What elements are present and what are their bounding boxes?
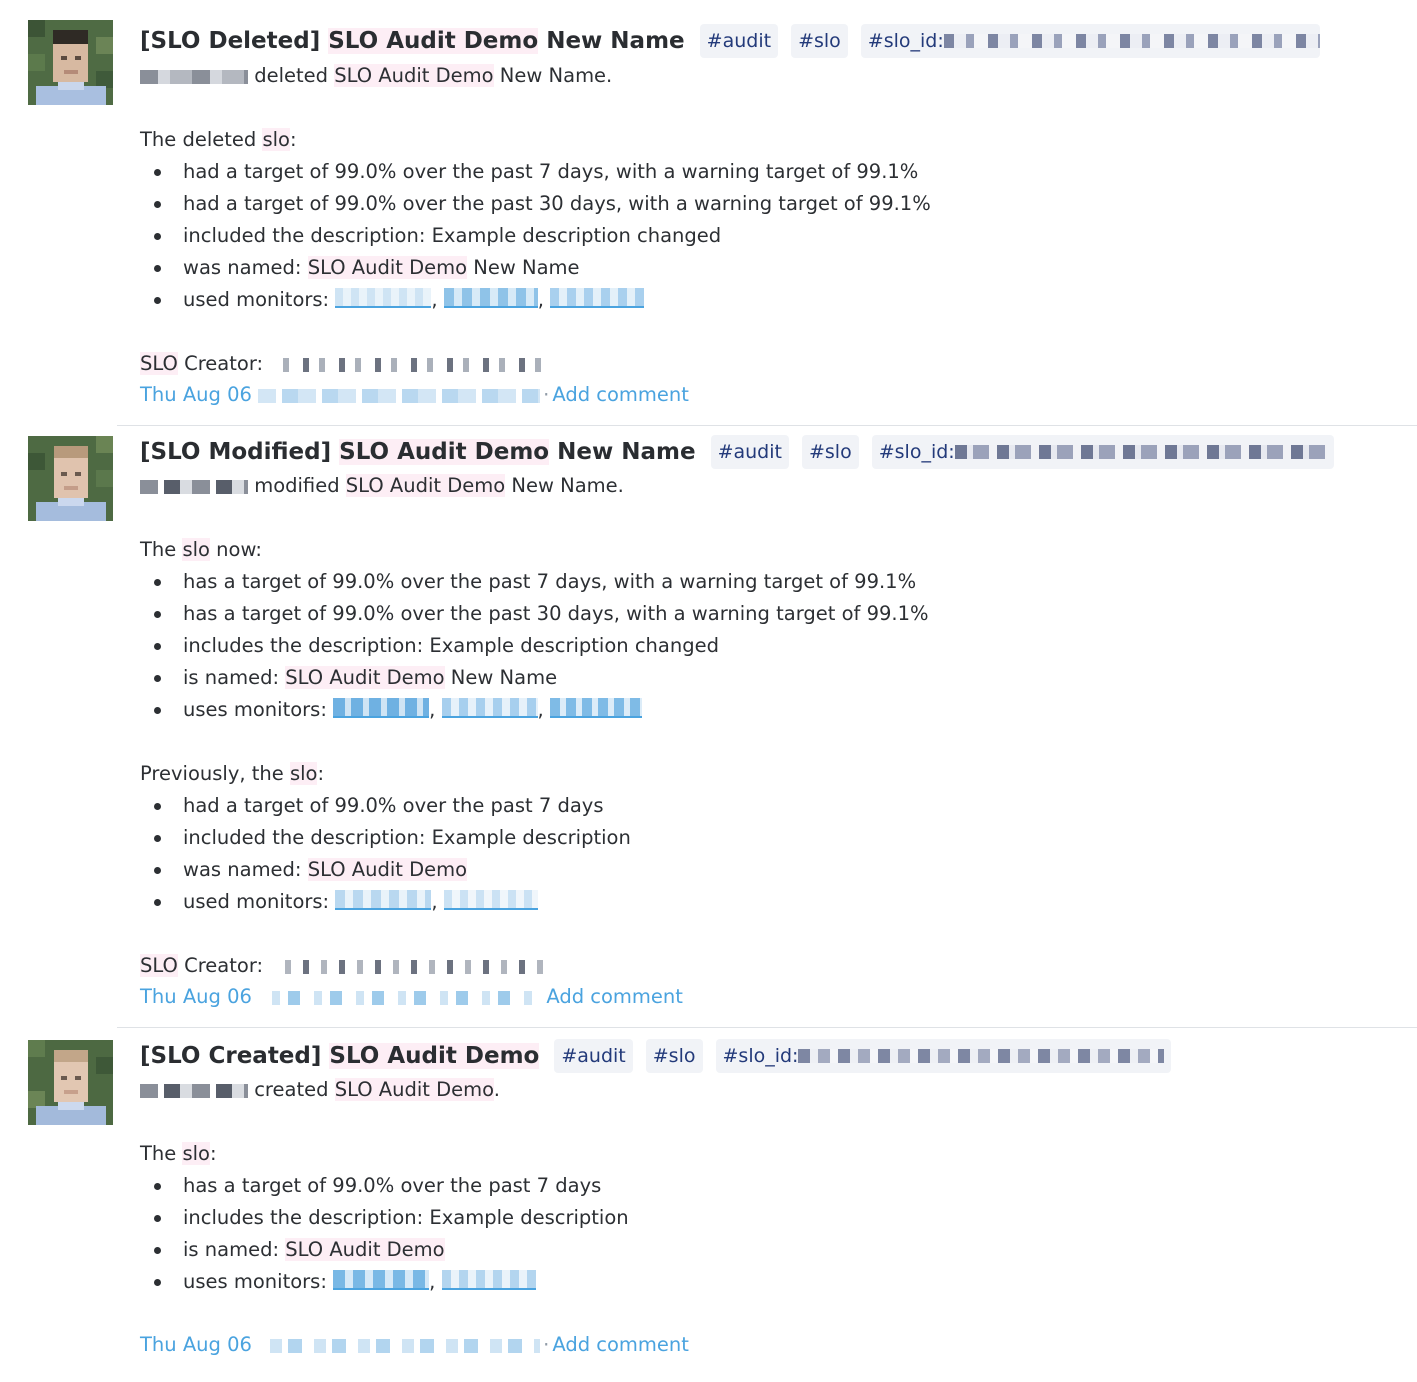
event-type-label: [SLO Created] bbox=[140, 1043, 322, 1069]
monitor-link[interactable] bbox=[441, 1270, 536, 1290]
tag-slo-id[interactable]: #slo_id: bbox=[715, 1039, 1172, 1073]
list-item-text: includes the description: Example descri… bbox=[183, 1206, 629, 1229]
tag-audit[interactable]: #audit bbox=[554, 1039, 633, 1073]
avatar[interactable] bbox=[28, 1040, 113, 1125]
add-comment-link[interactable]: Add comment bbox=[552, 1333, 689, 1356]
event-slo-created: [SLO Created] SLO Audit Demo #audit #slo… bbox=[0, 0, 1417, 1382]
monitor-link[interactable] bbox=[333, 1270, 430, 1290]
action-line: created SLO Audit Demo. bbox=[140, 1074, 500, 1106]
list-item-text: uses monitors: , bbox=[183, 1266, 536, 1298]
section-label: The slo: bbox=[140, 1138, 217, 1170]
action-verb: created bbox=[254, 1078, 329, 1101]
bullet-dot bbox=[154, 1247, 161, 1254]
named-label: is named: bbox=[183, 1238, 286, 1261]
section-label-text: The bbox=[140, 1142, 183, 1165]
section-label-text: : bbox=[209, 1142, 217, 1165]
slo-name-highlight: SLO Audit Demo bbox=[334, 1078, 494, 1101]
bullet-dot bbox=[154, 1215, 161, 1222]
redacted-slo-id bbox=[798, 1049, 1165, 1063]
bullet-dot bbox=[154, 1183, 161, 1190]
list-item-text: is named: SLO Audit Demo bbox=[183, 1234, 445, 1266]
bullet-dot bbox=[154, 1279, 161, 1286]
redacted-time bbox=[258, 1338, 541, 1353]
tag-slo[interactable]: #slo bbox=[645, 1039, 703, 1073]
list-item-text: has a target of 99.0% over the past 7 da… bbox=[183, 1174, 602, 1197]
slo-name-rest: . bbox=[493, 1078, 500, 1101]
slo-name-highlight: SLO Audit Demo bbox=[285, 1238, 445, 1261]
monitors-label: uses monitors: bbox=[183, 1270, 334, 1293]
slo-highlight: slo bbox=[182, 1142, 210, 1165]
event-meta: Thu Aug 06 · Add comment bbox=[140, 1330, 689, 1360]
tag-slo-id-label: #slo_id: bbox=[722, 1045, 799, 1067]
redacted-user bbox=[140, 1083, 248, 1098]
event-date[interactable]: Thu Aug 06 bbox=[140, 1333, 252, 1356]
event-title-row: [SLO Created] SLO Audit Demo #audit #slo… bbox=[140, 1039, 1172, 1073]
separator-dot: · bbox=[543, 1333, 550, 1356]
event-title[interactable]: [SLO Created] SLO Audit Demo bbox=[140, 1043, 540, 1069]
slo-name-highlight: SLO Audit Demo bbox=[329, 1043, 540, 1069]
